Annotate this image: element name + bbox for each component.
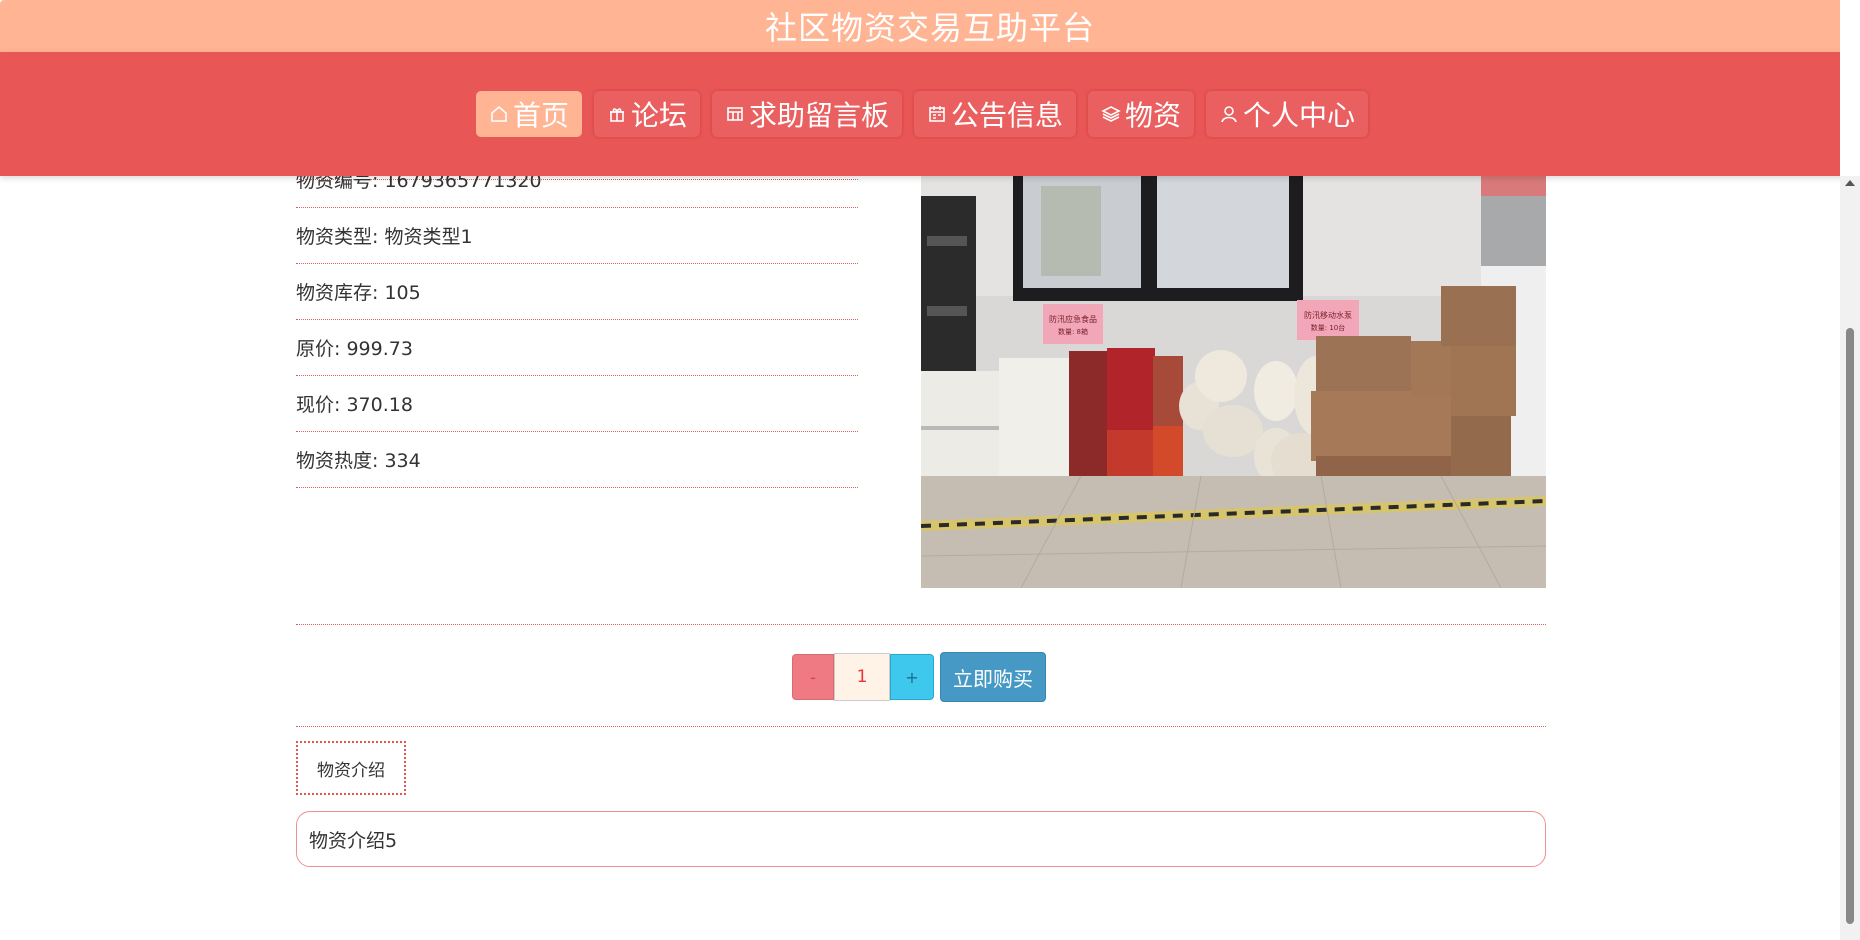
intro-content: 物资介绍5 — [296, 811, 1546, 867]
info-row-type: 物资类型: 物资类型1 — [296, 208, 858, 264]
info-row-popularity: 物资热度: 334 — [296, 432, 858, 488]
gift-icon — [609, 108, 624, 122]
product-photo: 防汛应急食品 数量: 8箱 防汛移动水泵 数量: 10台 — [921, 176, 1546, 588]
board-icon — [727, 107, 743, 121]
nav-bar: 首页 论坛 求助留言板 公告信息 物资 个人中心 — [0, 52, 1840, 176]
divider — [296, 624, 1546, 625]
info-text: 物资类型: 物资类型1 — [296, 226, 473, 248]
nav-label: 求助留言板 — [748, 99, 889, 132]
site-title: 社区物资交易互助平台 — [764, 9, 1095, 47]
buy-now-button[interactable]: 立即购买 — [940, 652, 1046, 702]
nav-label: 物资 — [1125, 99, 1182, 132]
info-text: 物资热度: 334 — [296, 450, 421, 472]
nav-item-materials[interactable]: 物资 — [1088, 91, 1195, 137]
info-text: 原价: 999.73 — [296, 338, 413, 360]
sign-left-sub: 数量: 8箱 — [1058, 327, 1088, 336]
nav-item-notice[interactable]: 公告信息 — [914, 91, 1077, 137]
tab-intro[interactable]: 物资介绍 — [296, 741, 406, 795]
nav-item-home[interactable]: 首页 — [475, 91, 582, 137]
info-list: 物资编号: 1679365771320 物资类型: 物资类型1 物资库存: 10… — [296, 152, 858, 488]
info-text: 现价: 370.18 — [296, 394, 413, 416]
nav-label: 论坛 — [630, 99, 687, 132]
nav-label: 个人中心 — [1243, 99, 1356, 132]
home-icon — [491, 105, 507, 122]
quantity-input[interactable]: 1 — [834, 653, 890, 701]
scroll-thumb[interactable] — [1846, 328, 1854, 924]
scrollbar[interactable] — [1840, 176, 1860, 940]
sign-right-sub: 数量: 10台 — [1311, 323, 1346, 332]
nav-item-forum[interactable]: 论坛 — [593, 91, 700, 137]
increase-button[interactable]: + — [890, 654, 934, 700]
sign-right-text: 防汛移动水泵 — [1304, 310, 1352, 320]
quantity-stepper: - 1 + — [792, 653, 934, 701]
divider — [296, 726, 1546, 727]
page: 物资编号: 1679365771320 物资类型: 物资类型1 物资库存: 10… — [0, 0, 1840, 940]
nav-label: 公告信息 — [951, 99, 1064, 132]
nav-item-profile[interactable]: 个人中心 — [1206, 91, 1369, 137]
calendar-icon — [929, 106, 945, 122]
info-text: 物资库存: 105 — [296, 282, 421, 304]
purchase-controls: - 1 + 立即购买 — [792, 652, 1046, 702]
info-row-stock: 物资库存: 105 — [296, 264, 858, 320]
site-title-bar: 社区物资交易互助平台 — [0, 0, 1840, 52]
intro-text: 物资介绍5 — [309, 829, 398, 852]
info-row-original-price: 原价: 999.73 — [296, 320, 858, 376]
layers-icon — [1101, 106, 1121, 122]
decrease-button[interactable]: - — [792, 654, 834, 700]
nav-item-help-board[interactable]: 求助留言板 — [711, 91, 902, 137]
info-row-current-price: 现价: 370.18 — [296, 376, 858, 432]
sign-left-text: 防汛应急食品 — [1049, 314, 1097, 324]
scroll-up-icon[interactable] — [1845, 180, 1855, 186]
user-icon — [1221, 106, 1237, 123]
nav-label: 首页 — [512, 99, 569, 132]
